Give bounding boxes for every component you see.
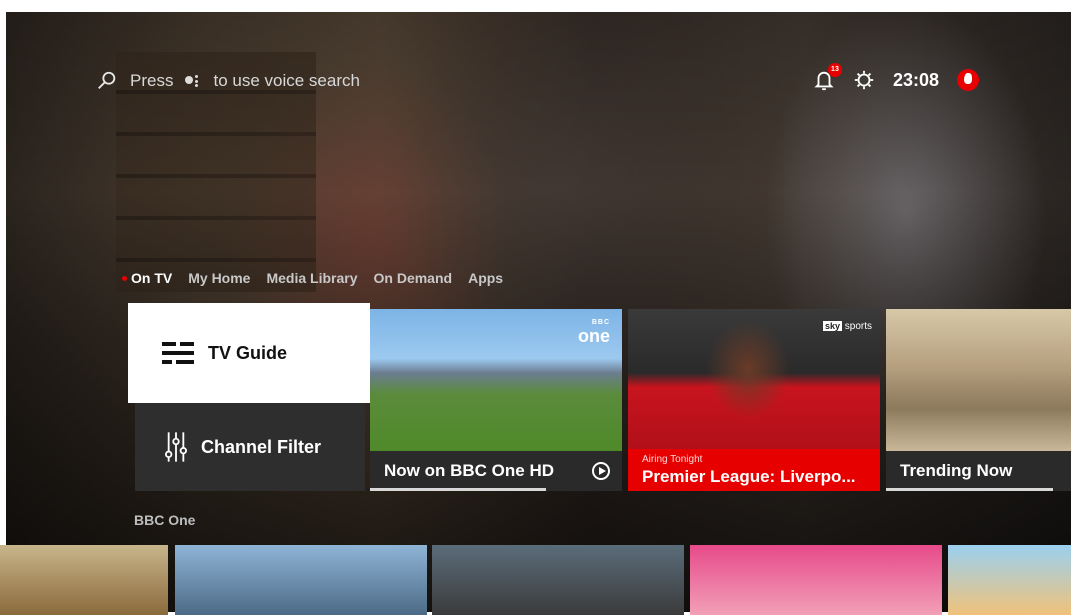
tab-apps[interactable]: Apps bbox=[468, 270, 503, 286]
section-title: BBC One bbox=[134, 512, 196, 528]
settings-gear-icon[interactable] bbox=[853, 69, 875, 91]
channel-filter-button[interactable]: Channel Filter bbox=[135, 403, 365, 491]
notification-badge: 13 bbox=[827, 63, 842, 77]
bbc-one-tile[interactable] bbox=[175, 545, 427, 615]
voice-search-bar[interactable]: Press to use voice search bbox=[96, 70, 360, 92]
bbc-one-tile[interactable] bbox=[948, 545, 1071, 615]
search-icon bbox=[98, 71, 116, 89]
bbc-one-tile[interactable] bbox=[690, 545, 942, 615]
sliders-icon bbox=[165, 432, 187, 462]
status-bar: 13 23:08 bbox=[813, 63, 979, 92]
search-prompt-suffix: to use voice search bbox=[213, 71, 360, 90]
card-title: Now on BBC One HD bbox=[384, 461, 554, 480]
card-caption: Airing Tonight Premier League: Liverpo..… bbox=[628, 449, 880, 491]
now-on-bbc-one-card[interactable]: BBC one Now on BBC One HD bbox=[370, 309, 622, 491]
voice-remote-icon bbox=[185, 75, 201, 87]
card-title: Premier League: Liverpo... bbox=[642, 466, 856, 486]
bbc-one-thumbnail: BBC one bbox=[370, 309, 622, 451]
search-prompt-prefix: Press bbox=[130, 71, 174, 90]
tab-on-demand[interactable]: On Demand bbox=[374, 270, 453, 286]
bbc-one-tile[interactable] bbox=[0, 545, 168, 615]
tab-on-tv[interactable]: On TV bbox=[131, 270, 172, 286]
clock: 23:08 bbox=[892, 69, 939, 90]
progress-bar bbox=[886, 488, 1054, 491]
notifications-button[interactable]: 13 bbox=[813, 63, 842, 92]
tv-guide-icon bbox=[162, 342, 194, 364]
channel-filter-label: Channel Filter bbox=[201, 436, 322, 457]
play-icon bbox=[592, 462, 610, 480]
card-caption: Trending Now bbox=[886, 451, 1071, 491]
sky-sports-logo: sky sports bbox=[822, 321, 872, 332]
trending-thumbnail bbox=[886, 309, 1071, 451]
premier-league-card[interactable]: sky sports Airing Tonight Premier League… bbox=[628, 309, 880, 491]
vodafone-logo bbox=[957, 69, 979, 91]
liverpool-player-thumbnail: sky sports bbox=[628, 309, 880, 451]
tab-my-home[interactable]: My Home bbox=[188, 270, 250, 286]
bbc-one-logo: BBC one bbox=[577, 319, 610, 346]
card-caption: Now on BBC One HD bbox=[370, 451, 622, 491]
trending-now-card[interactable]: Trending Now bbox=[886, 309, 1071, 491]
active-tab-indicator bbox=[122, 275, 127, 281]
card-kicker: Airing Tonight bbox=[642, 453, 703, 465]
tab-media-library[interactable]: Media Library bbox=[266, 270, 357, 286]
progress-bar bbox=[370, 488, 547, 491]
main-nav-tabs: On TV My Home Media Library On Demand Ap… bbox=[122, 270, 503, 286]
bbc-one-tile[interactable] bbox=[432, 545, 684, 615]
tv-guide-button[interactable]: TV Guide bbox=[128, 303, 370, 403]
card-title: Trending Now bbox=[900, 461, 1013, 480]
tv-guide-label: TV Guide bbox=[208, 342, 288, 363]
